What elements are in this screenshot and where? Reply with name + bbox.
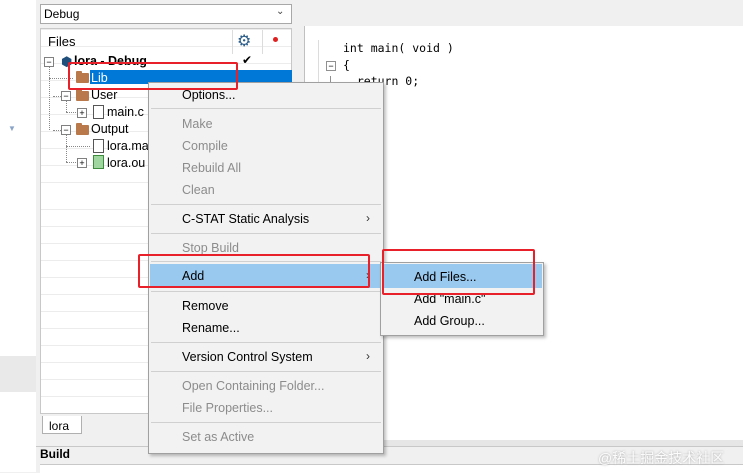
menu-separator xyxy=(151,342,381,343)
expand-toggle[interactable]: + xyxy=(77,158,87,168)
collapse-toggle[interactable]: − xyxy=(61,91,71,101)
build-window-title[interactable]: Build xyxy=(40,447,70,461)
annotation-box-add xyxy=(138,254,370,288)
menu-separator xyxy=(151,204,381,205)
folder-icon xyxy=(76,123,89,135)
menu-item-stop-build[interactable]: Stop Build xyxy=(182,241,239,255)
tree-item-main-c[interactable]: main.c xyxy=(107,105,144,119)
left-window-strip xyxy=(0,0,36,472)
submenu-item-add-group[interactable]: Add Group... xyxy=(414,314,485,328)
menu-separator xyxy=(151,371,381,372)
expand-toggle[interactable]: + xyxy=(77,108,87,118)
collapse-toggle[interactable]: − xyxy=(44,57,54,67)
menu-item-clean[interactable]: Clean xyxy=(182,183,215,197)
menu-separator xyxy=(151,233,381,234)
tree-connector-line xyxy=(66,146,90,147)
menu-item-file-properties[interactable]: File Properties... xyxy=(182,401,273,415)
tree-connector-line xyxy=(53,96,61,97)
c-file-icon xyxy=(93,105,104,119)
menu-item-version-control[interactable]: Version Control System xyxy=(182,350,313,364)
column-divider xyxy=(262,30,263,54)
output-file-icon xyxy=(93,155,104,169)
checkmark-icon: ✔ xyxy=(242,53,253,67)
gear-icon[interactable]: ⚙ xyxy=(237,31,251,51)
annotation-box-lib xyxy=(68,62,238,90)
menu-item-cstat[interactable]: C-STAT Static Analysis xyxy=(182,212,309,226)
menu-item-make[interactable]: Make xyxy=(182,117,213,131)
tree-item-lora-map[interactable]: lora.ma xyxy=(107,139,149,153)
menu-separator xyxy=(151,291,381,292)
menu-item-rename[interactable]: Rename... xyxy=(182,321,240,335)
annotation-box-add-files xyxy=(382,249,535,295)
menu-item-options[interactable]: Options... xyxy=(182,88,236,102)
fold-toggle[interactable]: − xyxy=(326,61,336,71)
map-file-icon xyxy=(93,139,104,153)
menu-item-set-active[interactable]: Set as Active xyxy=(182,430,254,444)
tree-connector-line xyxy=(66,100,67,112)
folder-icon xyxy=(76,89,89,101)
editor-tab-strip xyxy=(304,0,743,26)
code-line: { xyxy=(343,58,350,72)
left-strip-shade xyxy=(0,356,36,392)
code-line: int main( void ) xyxy=(343,41,454,55)
menu-item-compile[interactable]: Compile xyxy=(182,139,228,153)
tree-connector-line xyxy=(66,134,67,162)
tree-connector-line xyxy=(49,66,50,130)
configuration-select-value: Debug xyxy=(44,7,80,21)
collapse-toggle[interactable]: − xyxy=(61,125,71,135)
menu-item-open-folder[interactable]: Open Containing Folder... xyxy=(182,379,324,393)
tree-item-output[interactable]: Output xyxy=(91,122,129,136)
workspace-tab-label: lora xyxy=(49,419,70,433)
tree-connector-line xyxy=(66,112,76,113)
menu-separator xyxy=(151,422,381,423)
files-column-header: Files xyxy=(48,34,76,49)
chevron-down-icon[interactable]: ⌄ xyxy=(276,6,284,17)
menu-separator xyxy=(151,108,381,109)
caret-down-icon[interactable]: ▼ xyxy=(8,124,16,133)
build-status-dot-icon xyxy=(273,37,278,42)
submenu-arrow-icon: › xyxy=(366,349,370,363)
submenu-arrow-icon: › xyxy=(366,211,370,225)
tree-connector-line xyxy=(66,162,76,163)
menu-item-rebuild-all[interactable]: Rebuild All xyxy=(182,161,241,175)
watermark: @稀土掘金技术社区 xyxy=(598,450,725,466)
menu-item-remove[interactable]: Remove xyxy=(182,299,229,313)
tree-item-lora-out[interactable]: lora.ou xyxy=(107,156,145,170)
tree-connector-line xyxy=(53,130,61,131)
tree-item-user[interactable]: User xyxy=(91,88,117,102)
column-divider xyxy=(232,30,233,54)
